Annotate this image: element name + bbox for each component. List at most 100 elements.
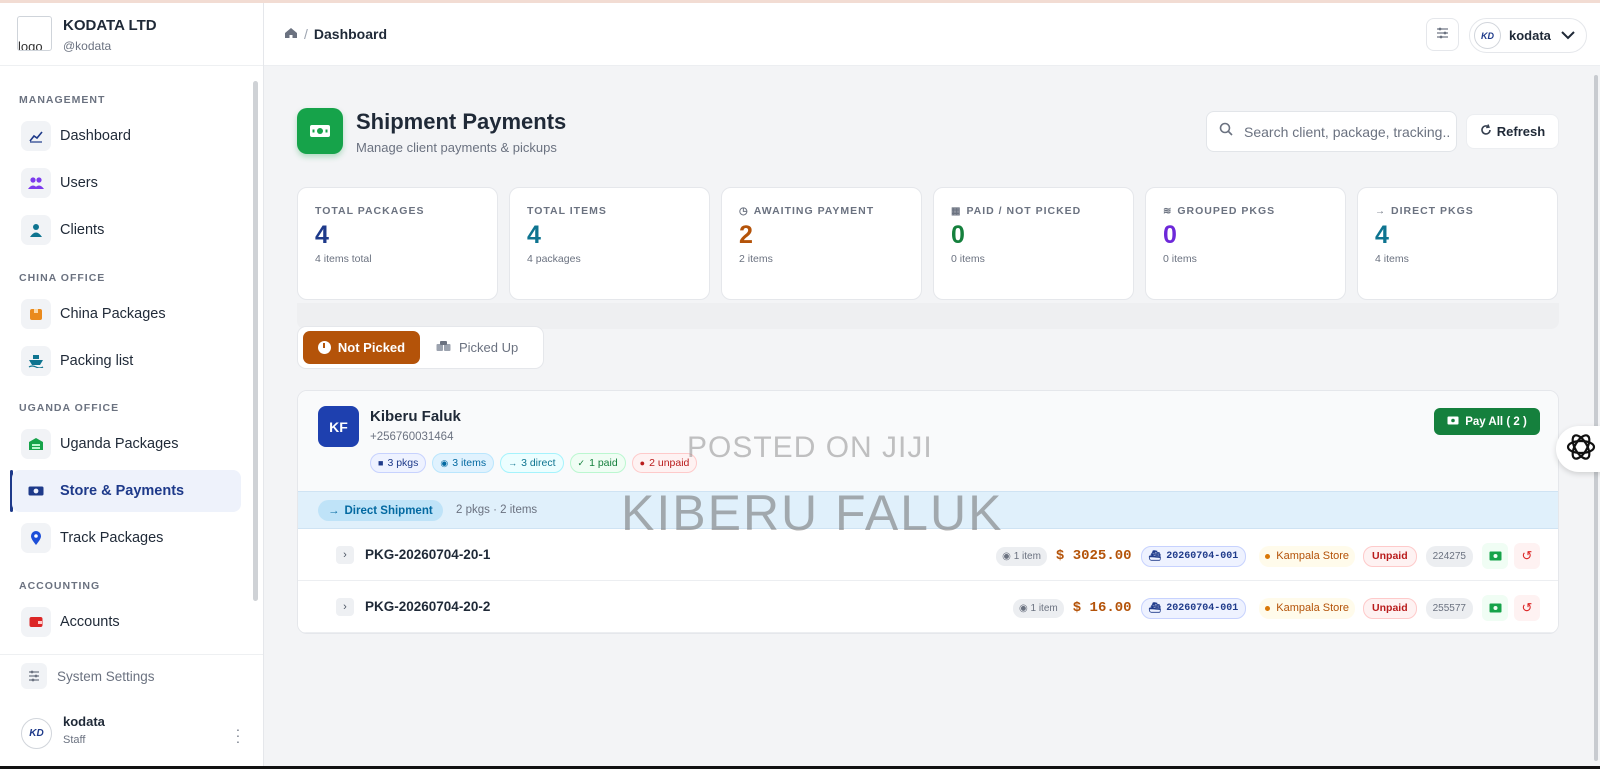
system-settings-label: System Settings [57, 668, 155, 684]
sidebar-item-packing-list[interactable]: Packing list [12, 340, 241, 382]
assistant-button[interactable] [1556, 426, 1600, 472]
chip-items: ◉ 3 items [432, 453, 495, 473]
sidebar-footer: System Settings KD kodata Staff · · · [0, 654, 263, 766]
breadcrumb: / Dashboard [284, 26, 387, 42]
sidebar-item-label: Clients [60, 222, 105, 238]
search-box[interactable] [1206, 111, 1457, 152]
arrow-right-icon: → [328, 504, 340, 517]
system-settings-link[interactable]: System Settings [21, 663, 155, 689]
stat-title: PAID / NOT PICKED [966, 205, 1082, 217]
sidebar-item-store-payments[interactable]: Store & Payments [12, 470, 241, 512]
brand: logo KODATA LTD @kodata [0, 3, 263, 66]
ship-icon [21, 346, 51, 376]
pay-button[interactable] [1482, 543, 1508, 569]
item-count-badge: ◉ 1 item [996, 546, 1047, 566]
sidebar-scrollbar-thumb[interactable] [253, 81, 258, 601]
sidebar-item-label: Accounts [60, 614, 120, 630]
stat-value: 2 [739, 221, 753, 249]
shipment-type-badge: → Direct Shipment [318, 500, 443, 521]
chevron-right-icon[interactable]: › [336, 546, 354, 564]
refresh-button[interactable]: Refresh [1466, 114, 1559, 149]
chip-label: 1 paid [589, 457, 618, 469]
tracking-badge[interactable]: ⛴ 20260704-001 [1140, 597, 1247, 619]
section-china-office: CHINA OFFICE [19, 272, 106, 284]
arrow-right-icon: → [508, 458, 518, 468]
revert-button[interactable]: ↺ [1514, 543, 1540, 569]
stat-title-row: ◷ AWAITING PAYMENT [739, 205, 874, 217]
shipment-meta: 2 pkgs · 2 items [456, 504, 538, 516]
tab-picked-up[interactable]: Picked Up [436, 331, 518, 364]
sidebar-item-label: Uganda Packages [60, 436, 179, 452]
store-badge: Kampala Store [1259, 545, 1356, 567]
money-icon [297, 108, 343, 154]
tab-not-picked[interactable]: Not Picked [303, 331, 420, 364]
chip-label: 3 pkgs [387, 457, 419, 469]
stat-title-row: ▦ PAID / NOT PICKED [951, 205, 1081, 217]
section-management: MANAGEMENT [19, 94, 106, 106]
client-name: Kiberu Faluk [370, 408, 461, 425]
item-icon: ◉ [1018, 602, 1028, 614]
pay-all-button[interactable]: Pay All ( 2 ) [1434, 408, 1540, 435]
item-count: 1 item [1013, 550, 1041, 562]
stat-title-row: → DIRECT PKGS [1375, 205, 1474, 217]
tab-label: Not Picked [337, 340, 406, 355]
ship-icon: ⛴ [1148, 602, 1162, 614]
sidebar-scrollbar[interactable] [253, 71, 259, 647]
sidebar-item-uganda-packages[interactable]: Uganda Packages [12, 423, 241, 465]
sidebar-item-dashboard[interactable]: Dashboard [12, 115, 241, 157]
sidebar-item-label: Users [60, 175, 98, 191]
stat-value: 0 [951, 221, 965, 249]
sidebar-item-label: Track Packages [60, 530, 164, 546]
sidebar-item-accounts[interactable]: Accounts [12, 601, 241, 643]
sidebar-item-china-packages[interactable]: China Packages [12, 293, 241, 335]
boxes-icon: ▦ [951, 205, 962, 217]
stat-title: AWAITING PAYMENT [753, 205, 875, 217]
home-icon[interactable] [284, 26, 298, 42]
sidebar-item-users[interactable]: Users [12, 162, 241, 204]
stat-value: 4 [315, 221, 329, 249]
company-logo[interactable]: logo [17, 16, 52, 51]
chip-direct: → 3 direct [500, 453, 564, 473]
sidebar-item-clients[interactable]: Clients [12, 209, 241, 251]
warehouse-icon [21, 429, 51, 459]
openai-icon [1565, 431, 1597, 468]
user-role: Staff [63, 734, 86, 746]
package-details: ◉ 1 item $ 3025.00 ⛴ 20260704-001 Kampala… [996, 543, 1540, 569]
chart-icon [21, 121, 51, 151]
chip-label: 3 items [452, 457, 487, 469]
user-menu-button[interactable]: KD kodata [1469, 18, 1587, 53]
stat-card-paid-not-picked: ▦ PAID / NOT PICKED 0 0 items [933, 187, 1134, 300]
box-icon: ■ [378, 458, 384, 468]
revert-button[interactable]: ↺ [1514, 595, 1540, 621]
refresh-icon [1480, 124, 1492, 139]
chip-paid: ✓ 1 paid [569, 453, 626, 473]
settings-toggle-button[interactable] [1426, 18, 1459, 51]
chevron-down-icon [1561, 27, 1575, 45]
page-subtitle: Manage client payments & pickups [356, 140, 557, 155]
more-options-icon[interactable]: · · · [235, 722, 241, 748]
money-icon [1489, 551, 1501, 561]
undo-icon: ↺ [1521, 600, 1533, 615]
app-window: logo KODATA LTD @kodata MANAGEMENT Dashb… [0, 0, 1600, 766]
sidebar-item-track-packages[interactable]: Track Packages [12, 517, 241, 559]
status-dot [1265, 553, 1271, 559]
table-row[interactable]: › PKG-20260704-20-2 ◉ 1 item $ 16.00 ⛴ 20… [298, 581, 1558, 633]
avatar: KD [21, 718, 52, 749]
section-uganda-office: UGANDA OFFICE [19, 402, 120, 414]
stat-title: GROUPED PKGS [1177, 205, 1276, 217]
sidebar: logo KODATA LTD @kodata MANAGEMENT Dashb… [0, 3, 264, 766]
users-icon [21, 168, 51, 198]
refresh-label: Refresh [1496, 124, 1546, 139]
sidebar-user[interactable]: KD kodata Staff [21, 714, 105, 749]
chevron-right-icon[interactable]: › [336, 598, 354, 616]
status-tabs: Not Picked Picked Up [297, 326, 544, 369]
search-input[interactable] [1244, 123, 1449, 140]
user-name: kodata [1509, 28, 1551, 43]
page-scrollbar-thumb[interactable] [1594, 75, 1598, 761]
stat-card-total-items: TOTAL ITEMS 4 4 packages [509, 187, 710, 300]
pay-button[interactable] [1482, 595, 1508, 621]
sidebar-nav: MANAGEMENT Dashboard Users Clients CHINA… [0, 67, 252, 647]
tracking-badge[interactable]: ⛴ 20260704-001 [1140, 545, 1247, 567]
clock-icon: ◷ [739, 205, 749, 217]
page-scrollbar[interactable] [1594, 71, 1599, 761]
